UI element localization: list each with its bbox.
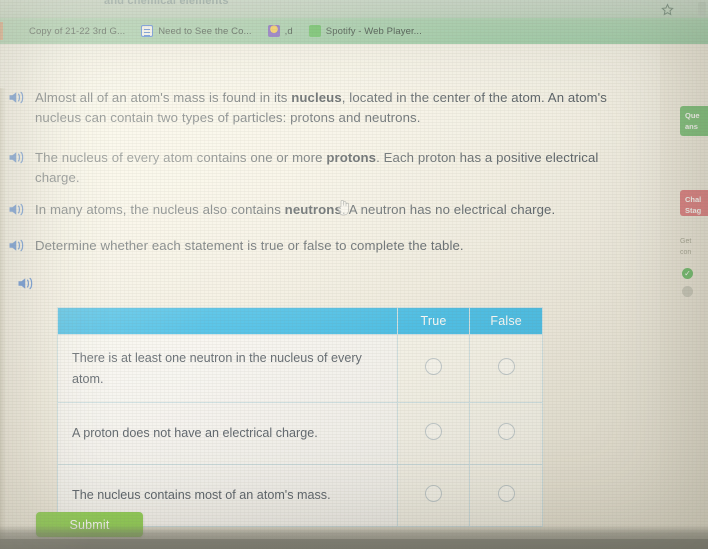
radio-button-false-0[interactable]: [497, 357, 515, 375]
lesson-paragraph-3: In many atoms, the nucleus also contains…: [8, 200, 555, 220]
radio-button-true-1[interactable]: [425, 422, 443, 440]
radio-cell-true-2[interactable]: [396, 464, 471, 527]
photo-bottom-edge: [0, 539, 708, 549]
radio-cell-true-0[interactable]: [396, 334, 471, 403]
statement-text-0: There is at least one neutron in the nuc…: [57, 334, 398, 403]
bookmark-item-1[interactable]: Need to See the Co...: [133, 20, 259, 42]
page-left-edge: [0, 88, 6, 549]
table-row: A proton does not have an electrical cha…: [57, 402, 543, 465]
bookmark-strip-edge-marker: [0, 22, 3, 40]
true-false-table: True False There is at least one neutron…: [57, 307, 543, 527]
text-run: The nucleus of every atom contains one o…: [35, 150, 327, 165]
statement-text-1: A proton does not have an electrical cha…: [57, 402, 398, 465]
radio-cell-true-1[interactable]: [396, 402, 471, 465]
speaker-icon[interactable]: [8, 238, 26, 253]
bookmarks-bar: Copy of 21-22 3rd G... Need to See the C…: [0, 18, 708, 44]
table-header-false: False: [469, 307, 543, 335]
sheets-icon: [141, 25, 154, 37]
sidebar-get-line-1: Get: [680, 238, 692, 245]
star-icon[interactable]: [658, 1, 676, 17]
bookmark-label: Spotify - Web Player...: [325, 25, 422, 37]
speaker-icon[interactable]: [8, 202, 26, 217]
radio-button-false-2[interactable]: [497, 484, 515, 502]
lesson-instruction-text: Determine whether each statement is true…: [35, 238, 464, 253]
right-sidebar: Que ans Chal Stag Get con ✓: [660, 88, 708, 549]
table-header-true: True: [396, 307, 471, 335]
table-header-row: True False: [57, 307, 543, 335]
questions-answered-line-2: ans: [685, 122, 698, 132]
radio-cell-false-2[interactable]: [469, 464, 543, 527]
radio-cell-false-0[interactable]: [469, 334, 543, 403]
sidebar-get-text: Get con: [680, 236, 708, 258]
text-run-bold: protons: [326, 150, 377, 165]
radio-cell-false-1[interactable]: [469, 402, 543, 465]
text-run: Almost all of an atom's mass is found in…: [35, 90, 292, 105]
challenge-stage-line-1: Chal: [685, 195, 702, 204]
questions-answered-line-1: Que: [685, 111, 700, 120]
text-run: In many atoms, the nucleus also contains: [35, 202, 285, 217]
check-circle-icon: ✓: [682, 268, 693, 279]
bookmark-label: Need to See the Co...: [158, 25, 252, 37]
text-run-bold: neutrons: [284, 202, 342, 217]
lesson-paragraph-1: Almost all of an atom's mass is found in…: [8, 88, 635, 129]
screenshot-photo: and chemical elements Copy of 21-22 3rd …: [0, 0, 708, 549]
toolbar-overflow-button[interactable]: [698, 2, 706, 16]
bookmark-label: Copy of 21-22 3rd G...: [29, 25, 126, 37]
text-run: . A neutron has no electrical charge.: [341, 202, 556, 217]
questions-answered-badge: Que ans: [680, 106, 708, 136]
radio-button-true-0[interactable]: [425, 357, 443, 375]
lesson-instruction: Determine whether each statement is true…: [8, 236, 464, 256]
lesson-text-1: Almost all of an atom's mass is found in…: [35, 88, 635, 129]
table-header-statement: [57, 307, 398, 335]
browser-toolbar: and chemical elements: [0, 0, 708, 18]
bookmark-item-2[interactable]: ,d: [260, 20, 301, 42]
sidebar-get-line-2: con: [680, 249, 692, 257]
lesson-text-3: In many atoms, the nucleus also contains…: [35, 200, 555, 220]
text-run-bold: nucleus: [291, 90, 342, 105]
spotify-icon: [308, 25, 321, 37]
drive-icon: [267, 25, 280, 37]
table-row: There is at least one neutron in the nuc…: [57, 334, 543, 403]
radio-button-true-2[interactable]: [425, 484, 443, 502]
bookmark-item-0[interactable]: Copy of 21-22 3rd G...: [4, 20, 133, 42]
lesson-text-2: The nucleus of every atom contains one o…: [35, 148, 635, 189]
radio-button-false-1[interactable]: [497, 422, 515, 440]
blank-favicon-icon: [12, 25, 24, 37]
challenge-stage-badge: Chal Stag: [680, 190, 708, 216]
lesson-paragraph-2: The nucleus of every atom contains one o…: [8, 148, 635, 189]
table-body: There is at least one neutron in the nuc…: [57, 334, 543, 527]
circle-icon: [682, 286, 693, 297]
bookmark-label: ,d: [284, 25, 293, 37]
bookmark-item-3[interactable]: Spotify - Web Player...: [301, 20, 430, 42]
speaker-icon[interactable]: [8, 90, 26, 105]
speaker-icon-table[interactable]: [17, 276, 35, 291]
quiz-page: Almost all of an atom's mass is found in…: [0, 44, 708, 549]
challenge-stage-line-2: Stag: [685, 206, 702, 216]
page-title-cutoff: and chemical elements: [104, 0, 229, 7]
table-header: True False: [57, 307, 543, 335]
speaker-icon[interactable]: [8, 150, 26, 165]
